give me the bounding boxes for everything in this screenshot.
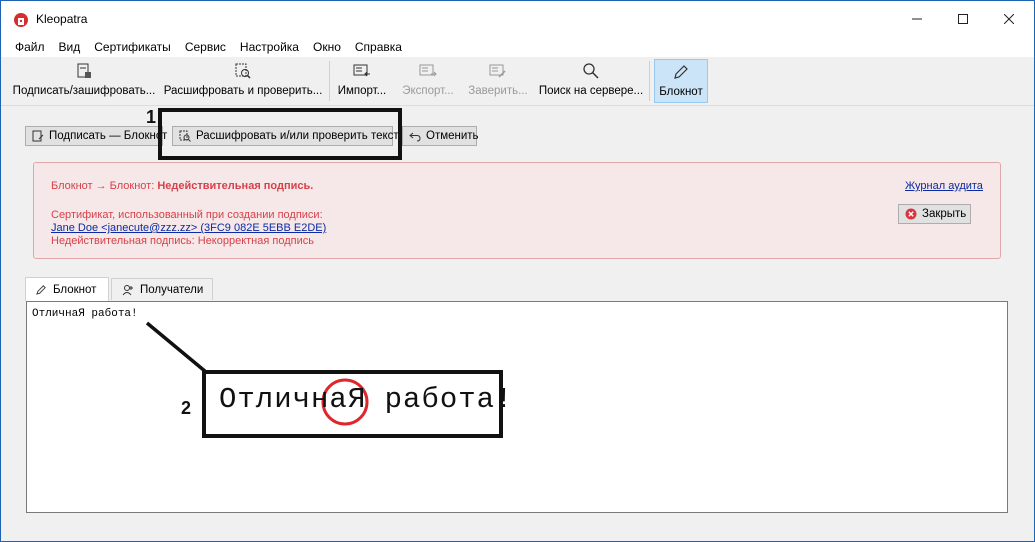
annotation-number-2: 2 <box>181 398 192 418</box>
zoomed-editor-text: ОтличнаЯ работа! <box>219 383 513 416</box>
zoom-text-before: Отлична <box>219 383 348 416</box>
annotation-pointer-line <box>145 321 369 426</box>
zoom-text-highlight: Я <box>347 383 367 416</box>
zoom-text-after: работа! <box>366 383 514 416</box>
kleopatra-window: Kleopatra Файл Вид Сертификаты Сервис На… <box>0 0 1035 542</box>
